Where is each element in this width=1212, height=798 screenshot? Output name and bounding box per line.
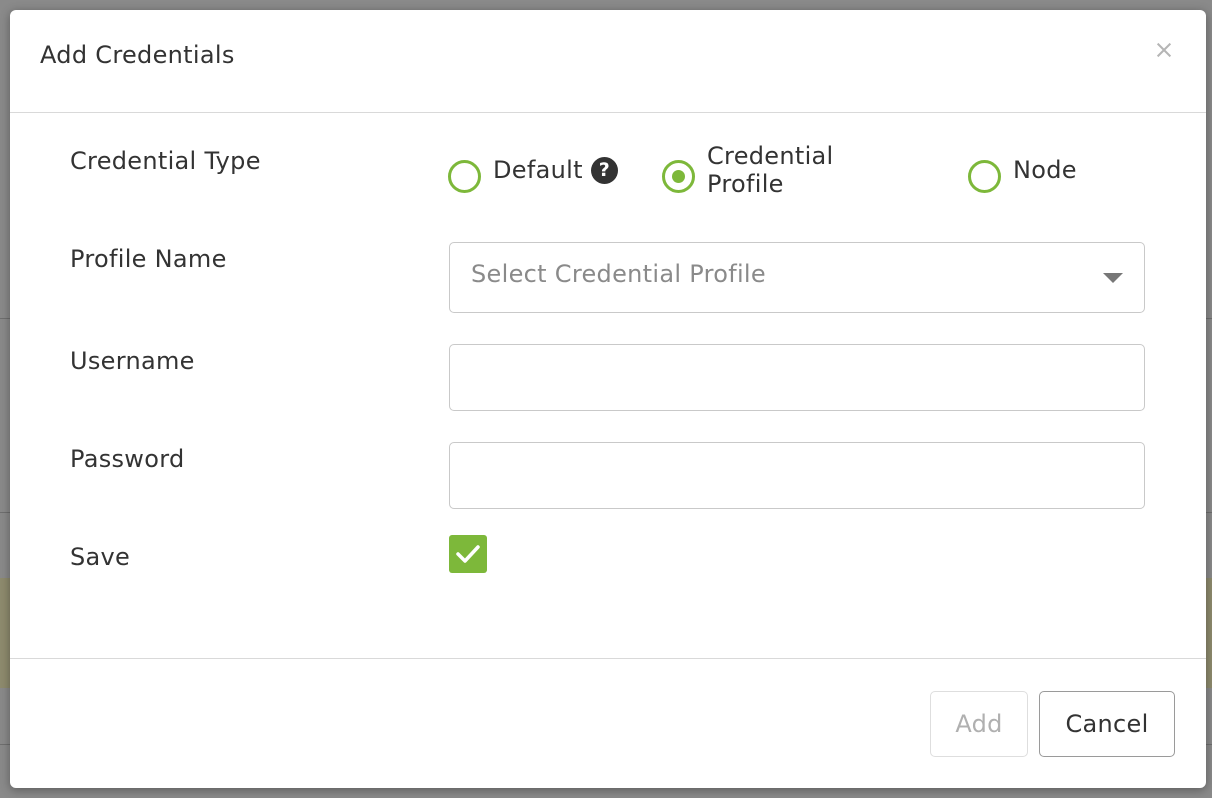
- profile-name-select[interactable]: Select Credential Profile: [449, 242, 1145, 313]
- radio-node-label: Node: [1013, 156, 1077, 184]
- radio-node[interactable]: Node: [968, 154, 1077, 198]
- add-button[interactable]: Add: [930, 691, 1028, 757]
- profile-name-placeholder: Select Credential Profile: [471, 260, 766, 288]
- username-input[interactable]: [449, 344, 1145, 411]
- password-label: Password: [70, 445, 185, 473]
- radio-credential-profile[interactable]: Credential Profile: [662, 142, 834, 198]
- radio-default[interactable]: Default ?: [448, 154, 618, 198]
- radio-node-circle[interactable]: [968, 159, 1001, 193]
- radio-credential-profile-label: Credential Profile: [707, 142, 834, 198]
- dialog-title: Add Credentials: [40, 41, 235, 69]
- profile-name-label: Profile Name: [70, 245, 227, 273]
- radio-default-circle[interactable]: [448, 159, 481, 193]
- dialog-header: Add Credentials: [10, 10, 1206, 113]
- save-label: Save: [70, 543, 131, 571]
- chevron-down-icon[interactable]: [1103, 273, 1123, 283]
- username-label: Username: [70, 347, 195, 375]
- password-input[interactable]: [449, 442, 1145, 509]
- question-circle-icon[interactable]: ?: [590, 156, 618, 184]
- close-icon[interactable]: [1150, 36, 1178, 64]
- radio-default-label: Default: [493, 156, 583, 184]
- add-credentials-dialog: Add Credentials Credential Type Default …: [10, 10, 1206, 788]
- cancel-button[interactable]: Cancel: [1039, 691, 1175, 757]
- checkmark-icon: [456, 545, 480, 563]
- dialog-footer: Add Cancel: [10, 658, 1206, 788]
- radio-credential-profile-circle[interactable]: [662, 159, 695, 193]
- credential-type-label: Credential Type: [70, 147, 261, 175]
- save-checkbox[interactable]: [449, 535, 487, 573]
